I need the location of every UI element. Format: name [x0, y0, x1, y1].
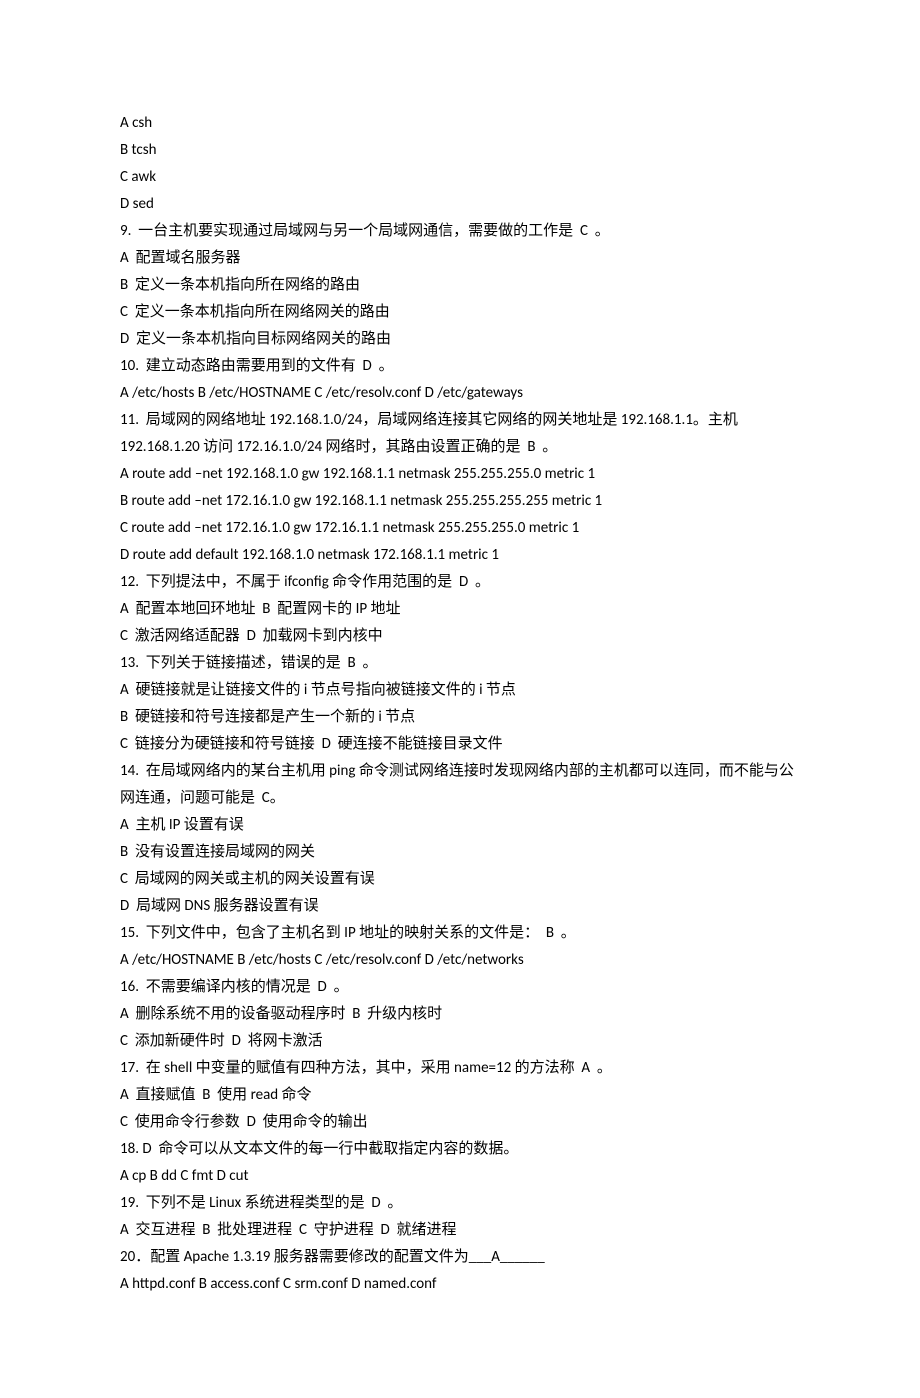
- text-line: C 使用命令行参数 D 使用命令的输出: [120, 1109, 800, 1136]
- text-line: C 添加新硬件时 D 将网卡激活: [120, 1028, 800, 1055]
- text-line: 11. 局域网的网络地址 192.168.1.0/24，局域网络连接其它网络的网…: [120, 407, 800, 461]
- text-line: C 定义一条本机指向所在网络网关的路由: [120, 299, 800, 326]
- text-line: C 链接分为硬链接和符号链接 D 硬连接不能链接目录文件: [120, 731, 800, 758]
- text-line: B 硬链接和符号连接都是产生一个新的 i 节点: [120, 704, 800, 731]
- text-line: A 配置域名服务器: [120, 245, 800, 272]
- text-line: C 局域网的网关或主机的网关设置有误: [120, 866, 800, 893]
- text-line: A csh: [120, 110, 800, 137]
- text-line: C route add –net 172.16.1.0 gw 172.16.1.…: [120, 515, 800, 542]
- text-line: A cp B dd C fmt D cut: [120, 1163, 800, 1190]
- text-line: 14. 在局域网络内的某台主机用 ping 命令测试网络连接时发现网络内部的主机…: [120, 758, 800, 812]
- text-line: 9. 一台主机要实现通过局域网与另一个局域网通信，需要做的工作是 C 。: [120, 218, 800, 245]
- text-line: D sed: [120, 191, 800, 218]
- text-line: A 直接赋值 B 使用 read 命令: [120, 1082, 800, 1109]
- document-page: A csh B tcsh C awk D sed 9. 一台主机要实现通过局域网…: [0, 0, 920, 1398]
- text-line: D 定义一条本机指向目标网络网关的路由: [120, 326, 800, 353]
- text-line: 16. 不需要编译内核的情况是 D 。: [120, 974, 800, 1001]
- text-line: 20．配置 Apache 1.3.19 服务器需要修改的配置文件为___A___…: [120, 1244, 800, 1271]
- text-line: B route add –net 172.16.1.0 gw 192.168.1…: [120, 488, 800, 515]
- text-line: C 激活网络适配器 D 加载网卡到内核中: [120, 623, 800, 650]
- text-line: A 删除系统不用的设备驱动程序时 B 升级内核时: [120, 1001, 800, 1028]
- text-line: 18. D 命令可以从文本文件的每一行中截取指定内容的数据。: [120, 1136, 800, 1163]
- text-line: A route add –net 192.168.1.0 gw 192.168.…: [120, 461, 800, 488]
- text-line: A 硬链接就是让链接文件的 i 节点号指向被链接文件的 i 节点: [120, 677, 800, 704]
- text-line: A 主机 IP 设置有误: [120, 812, 800, 839]
- text-line: A /etc/HOSTNAME B /etc/hosts C /etc/reso…: [120, 947, 800, 974]
- text-line: A /etc/hosts B /etc/HOSTNAME C /etc/reso…: [120, 380, 800, 407]
- text-line: A 配置本地回环地址 B 配置网卡的 IP 地址: [120, 596, 800, 623]
- text-line: B 没有设置连接局域网的网关: [120, 839, 800, 866]
- text-line: 12. 下列提法中，不属于 ifconfig 命令作用范围的是 D 。: [120, 569, 800, 596]
- text-line: A 交互进程 B 批处理进程 C 守护进程 D 就绪进程: [120, 1217, 800, 1244]
- text-line: A httpd.conf B access.conf C srm.conf D …: [120, 1271, 800, 1298]
- text-line: 13. 下列关于链接描述，错误的是 B 。: [120, 650, 800, 677]
- text-line: 19. 下列不是 Linux 系统进程类型的是 D 。: [120, 1190, 800, 1217]
- text-line: B 定义一条本机指向所在网络的路由: [120, 272, 800, 299]
- text-line: B tcsh: [120, 137, 800, 164]
- text-line: 10. 建立动态路由需要用到的文件有 D 。: [120, 353, 800, 380]
- text-line: C awk: [120, 164, 800, 191]
- text-line: 17. 在 shell 中变量的赋值有四种方法，其中，采用 name=12 的方…: [120, 1055, 800, 1082]
- text-line: D 局域网 DNS 服务器设置有误: [120, 893, 800, 920]
- text-line: 15. 下列文件中，包含了主机名到 IP 地址的映射关系的文件是： B 。: [120, 920, 800, 947]
- text-line: D route add default 192.168.1.0 netmask …: [120, 542, 800, 569]
